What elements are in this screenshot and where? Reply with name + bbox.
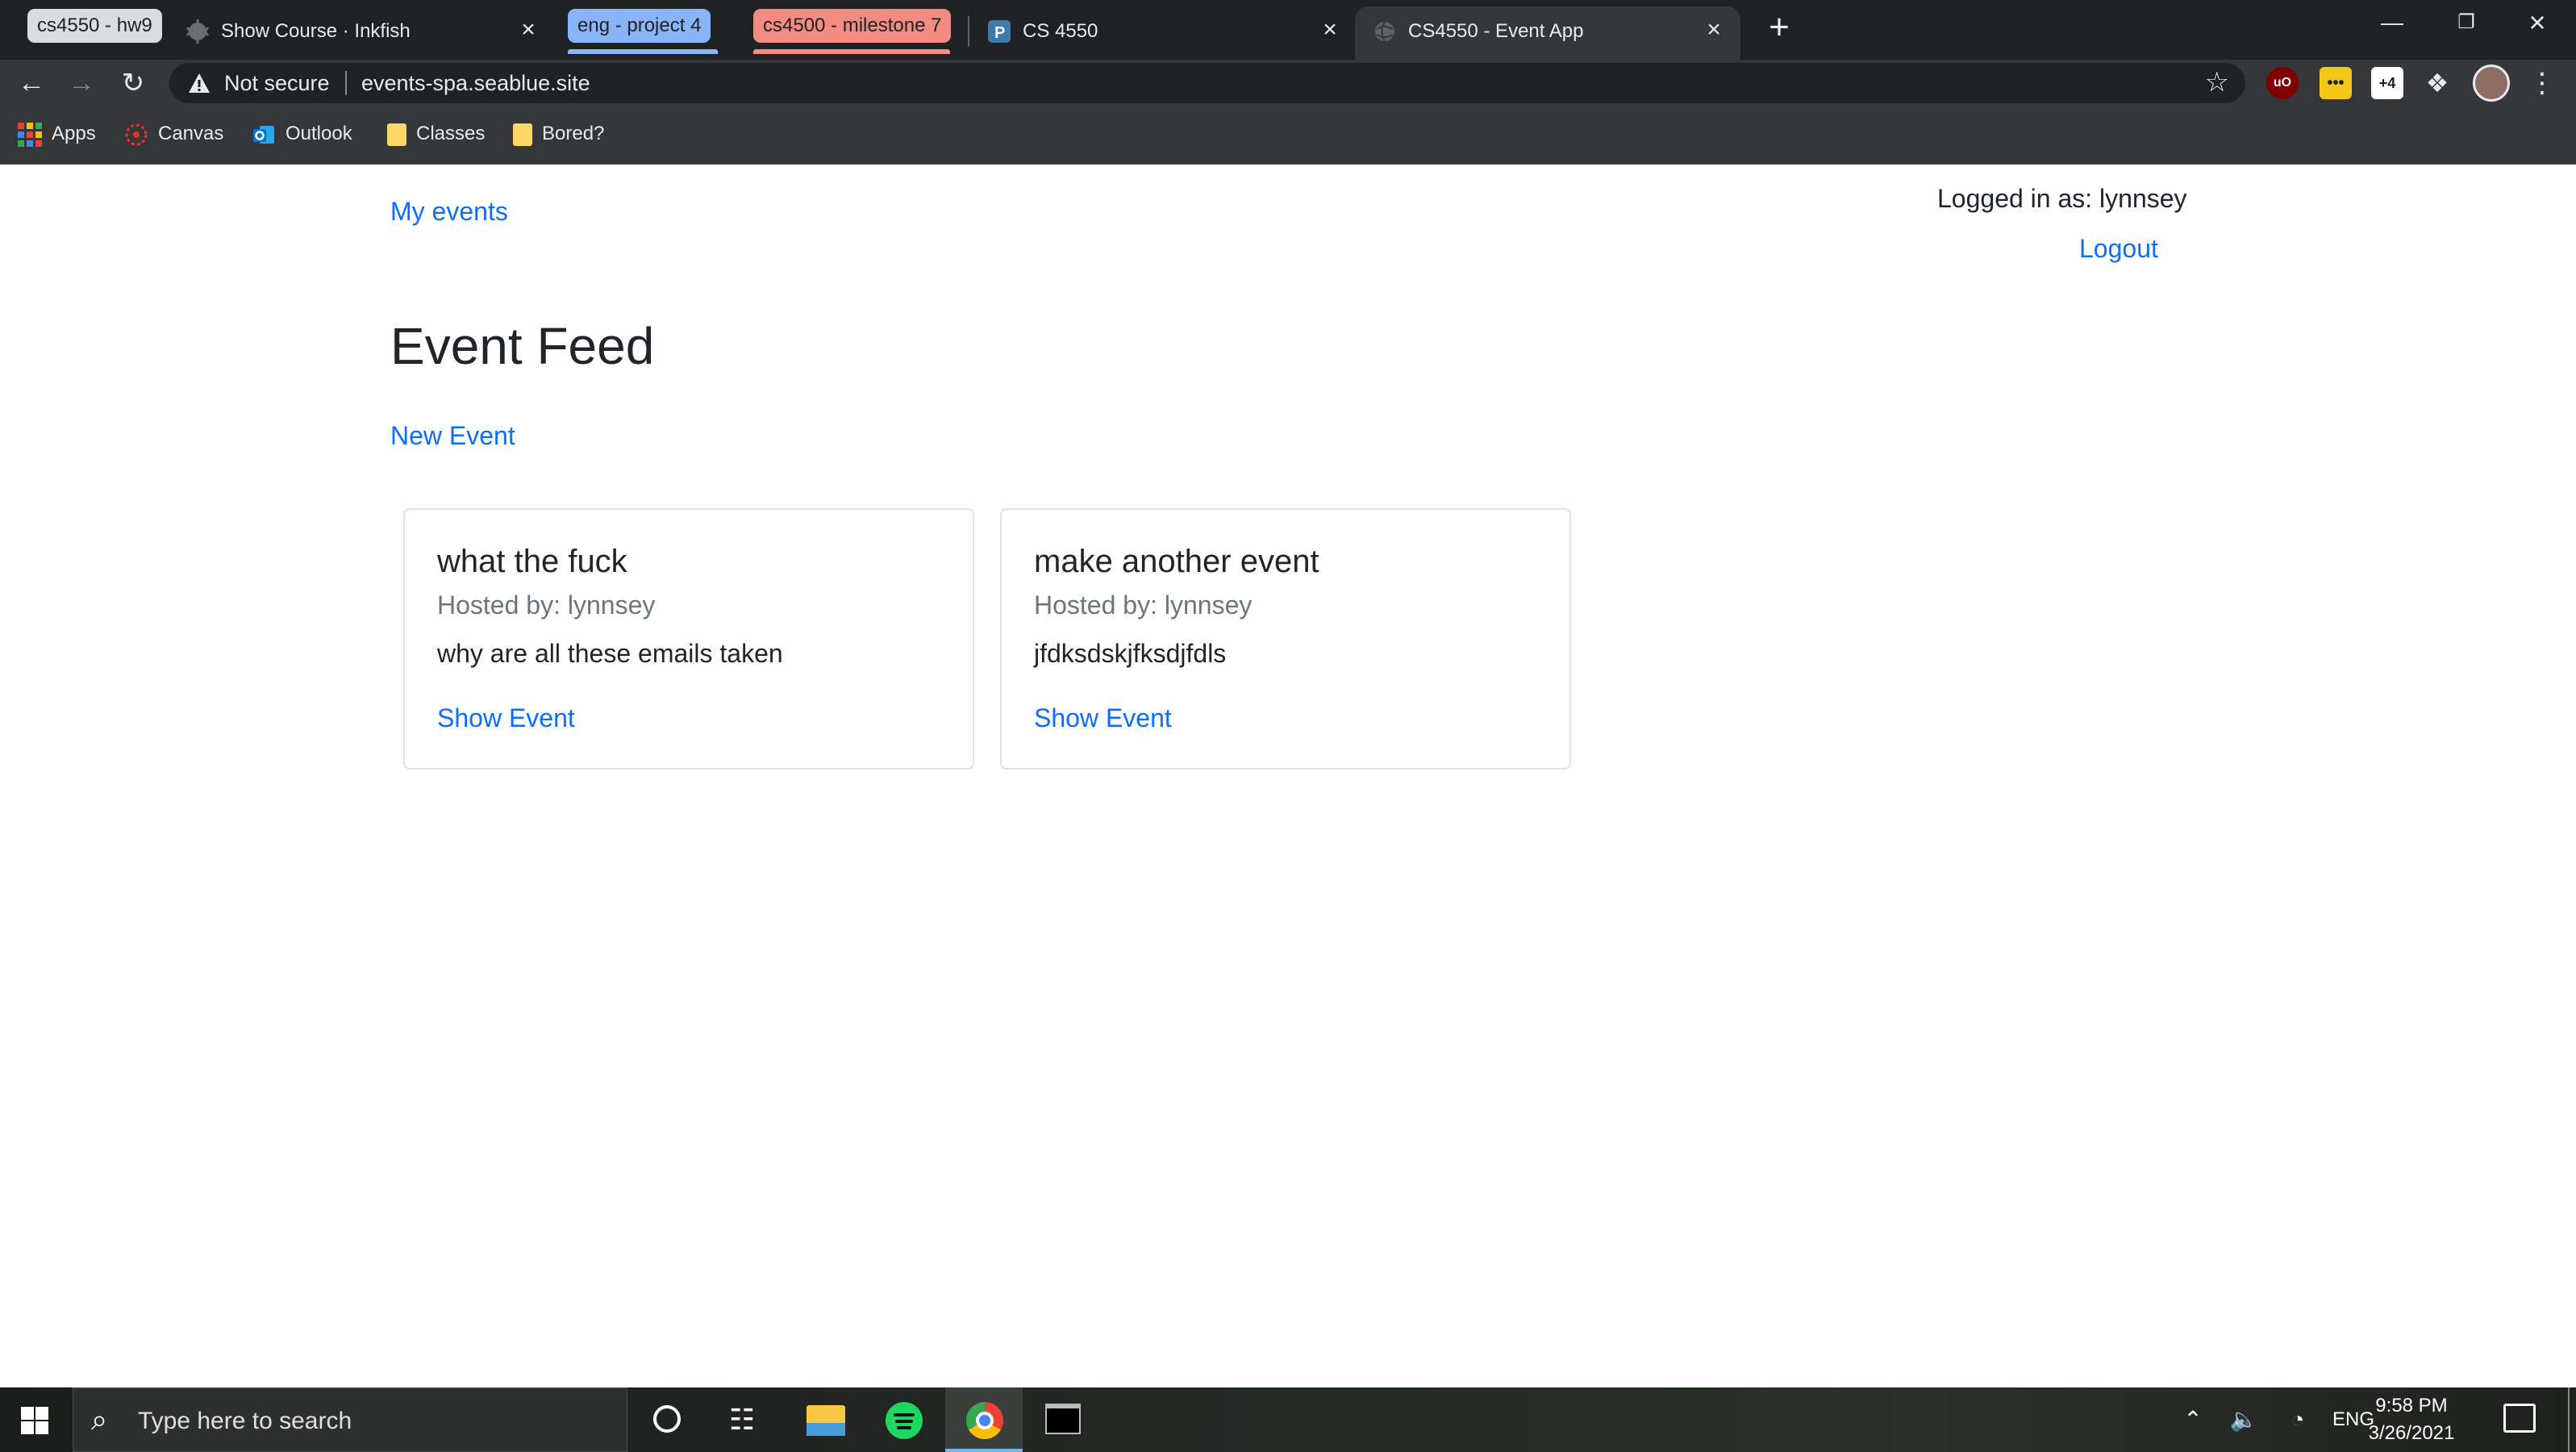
close-tab-icon[interactable]: ×	[515, 16, 542, 44]
taskbar-search-box[interactable]: ⌕ Type here to search	[73, 1387, 627, 1452]
apps-grid-icon	[18, 122, 42, 147]
file-explorer-icon[interactable]	[807, 1405, 845, 1436]
clock-time: 9:58 PM	[2375, 1395, 2448, 1417]
tab-title: CS 4550	[1023, 20, 1098, 42]
login-status-text: Logged in as: lynnsey	[1937, 184, 2187, 213]
folder-icon	[513, 123, 532, 146]
volume-icon[interactable]: 🔈	[2226, 1387, 2261, 1452]
bookmark-outlook[interactable]: Outlook	[252, 119, 352, 148]
event-card-host: Hosted by: lynnsey	[1034, 590, 1253, 620]
start-button[interactable]	[0, 1387, 69, 1452]
windows-taskbar: ⌕ Type here to search ☷ ⌃ 🔈 ◔ ENG 9:58 P…	[0, 1387, 2576, 1452]
yellow-extension-icon[interactable]: •••	[2320, 67, 2352, 99]
tab-group-chip-cs4550-hw9[interactable]: cs4550 - hw9	[27, 9, 162, 43]
minimize-window-icon[interactable]: —	[2353, 0, 2431, 45]
forward-arrow-icon[interactable]: →	[63, 65, 100, 102]
event-card-title: what the fuck	[437, 544, 627, 579]
close-tab-icon[interactable]: ×	[1700, 16, 1728, 44]
bookmark-label: Canvas	[158, 123, 224, 144]
bookmark-folder-classes[interactable]: Classes	[387, 119, 485, 148]
close-window-icon[interactable]: ×	[2499, 0, 2576, 45]
show-desktop-button[interactable]	[2568, 1387, 2570, 1452]
task-view-icon[interactable]: ☷	[703, 1387, 781, 1452]
new-event-link[interactable]: New Event	[390, 421, 515, 451]
bookmarks-bar: Apps Canvas Outlook Classes Bored?	[0, 106, 2576, 165]
white-extension-icon[interactable]: +4	[2371, 67, 2403, 99]
event-card-description: jfdksdskjfksdjfdls	[1034, 639, 1227, 668]
tab-cs4550-event-app[interactable]: CS4550 - Event App ×	[1355, 6, 1740, 60]
show-event-link[interactable]: Show Event	[1034, 703, 1172, 733]
ublock-origin-extension-icon[interactable]: uO	[2266, 67, 2299, 99]
warning-triangle-icon[interactable]	[187, 71, 211, 95]
windows-logo-icon	[21, 1407, 48, 1434]
more-menu-icon[interactable]: ⋮	[2526, 65, 2558, 102]
url-text[interactable]: events-spa.seablue.site	[361, 71, 590, 96]
terminal-icon[interactable]	[1045, 1404, 1081, 1434]
page-title: Event Feed	[390, 317, 655, 375]
network-wifi-icon[interactable]: ◔	[2279, 1387, 2316, 1452]
action-center-notification-icon[interactable]	[2503, 1404, 2536, 1433]
event-card-title: make another event	[1034, 544, 1319, 579]
inkfish-favicon-icon	[185, 19, 210, 44]
spotify-icon[interactable]	[886, 1402, 923, 1439]
back-arrow-icon[interactable]: ←	[13, 65, 50, 102]
outlook-icon	[253, 125, 274, 144]
extensions-puzzle-icon[interactable]: ❖	[2421, 67, 2453, 99]
tab-cs-4550[interactable]: P CS 4550 ×	[969, 6, 1357, 60]
my-events-link[interactable]: My events	[390, 197, 508, 227]
taskbar-search-placeholder: Type here to search	[138, 1408, 352, 1434]
profile-avatar[interactable]	[2473, 65, 2510, 102]
tab-group-chip-cs4500-milestone-7[interactable]: cs4500 - milestone 7	[753, 9, 952, 43]
event-card: what the fuck Hosted by: lynnsey why are…	[403, 508, 974, 770]
new-tab-plus-icon[interactable]: +	[1760, 10, 1799, 48]
event-card-host: Hosted by: lynnsey	[437, 590, 656, 620]
tab-title: CS4550 - Event App	[1408, 20, 1584, 42]
address-bar[interactable]: Not secure events-spa.seablue.site ☆	[169, 63, 2245, 103]
piazza-favicon-icon: P	[988, 20, 1011, 43]
svg-text:P: P	[994, 24, 1005, 42]
bookmark-label: Apps	[52, 123, 96, 144]
close-tab-icon[interactable]: ×	[1316, 16, 1344, 44]
bookmark-label: Outlook	[286, 123, 352, 144]
bookmark-label: Bored?	[542, 123, 605, 144]
bookmark-apps[interactable]: Apps	[18, 119, 96, 148]
tab-show-course-inkfish[interactable]: Show Course · Inkfish ×	[168, 6, 555, 60]
event-card: make another event Hosted by: lynnsey jf…	[1000, 508, 1571, 770]
tab-group-underline	[753, 49, 950, 54]
tab-group-chip-eng-project-4[interactable]: eng - project 4	[568, 9, 711, 43]
bookmark-canvas[interactable]: Canvas	[124, 119, 223, 148]
browser-tab-strip: cs4550 - hw9 Show Course · Inkfish × eng…	[0, 0, 2576, 60]
bookmark-folder-bored[interactable]: Bored?	[513, 119, 604, 148]
reload-icon[interactable]: ↻	[115, 65, 152, 102]
show-hidden-icons-chevron-icon[interactable]: ⌃	[2176, 1387, 2210, 1452]
cortana-circle-icon[interactable]	[653, 1405, 681, 1433]
bookmark-label: Classes	[416, 123, 486, 144]
tab-title: Show Course · Inkfish	[221, 20, 411, 42]
event-card-description: why are all these emails taken	[437, 639, 783, 668]
tab-group-underline	[568, 49, 718, 54]
taskbar-clock[interactable]: 9:58 PM 3/26/2021	[2360, 1392, 2463, 1447]
security-status-label[interactable]: Not secure	[224, 71, 330, 96]
browser-toolbar: ← → ↻ Not secure events-spa.seablue.site…	[0, 60, 2576, 106]
omnibox-divider	[345, 71, 347, 95]
folder-icon	[387, 123, 406, 146]
page-content: My events Logged in as: lynnsey Logout E…	[0, 166, 2576, 1387]
show-event-link[interactable]: Show Event	[437, 703, 575, 733]
canvas-icon	[125, 123, 148, 146]
bookmark-star-icon[interactable]: ☆	[2205, 66, 2229, 98]
restore-window-icon[interactable]: ❐	[2428, 0, 2505, 45]
search-icon: ⌕	[91, 1403, 108, 1436]
logout-link[interactable]: Logout	[2079, 234, 2158, 264]
clock-date: 3/26/2021	[2368, 1422, 2455, 1444]
chrome-icon	[966, 1402, 1003, 1439]
globe-favicon-icon	[1375, 21, 1394, 42]
